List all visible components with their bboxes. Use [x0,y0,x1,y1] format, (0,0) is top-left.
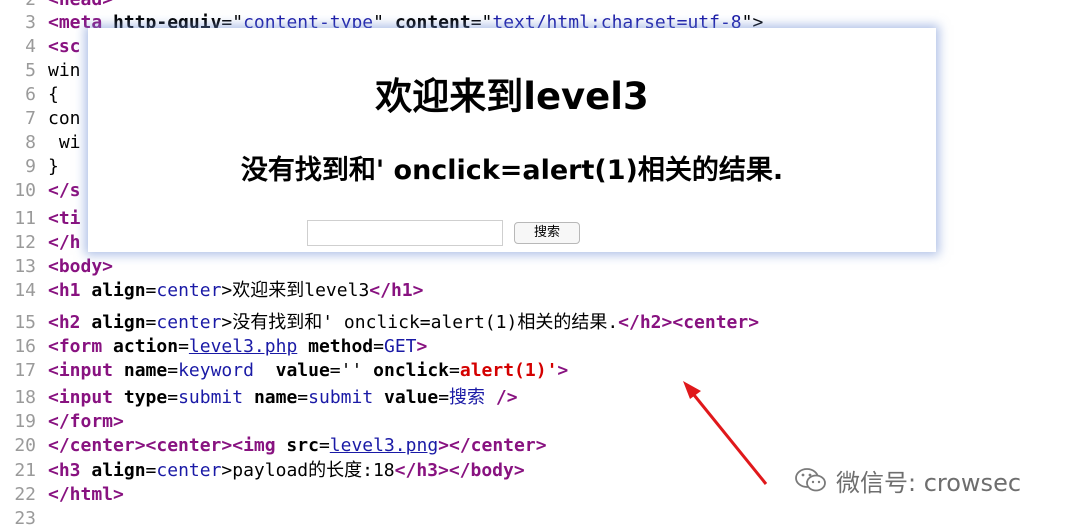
wechat-icon [795,468,826,492]
arrow-head [683,381,701,399]
red-arrow-annotation [683,381,768,485]
watermark-text: 微信号: crowsec [836,468,1022,497]
watermark: 微信号: crowsec [794,460,1021,500]
arrow-shaft [688,389,768,485]
